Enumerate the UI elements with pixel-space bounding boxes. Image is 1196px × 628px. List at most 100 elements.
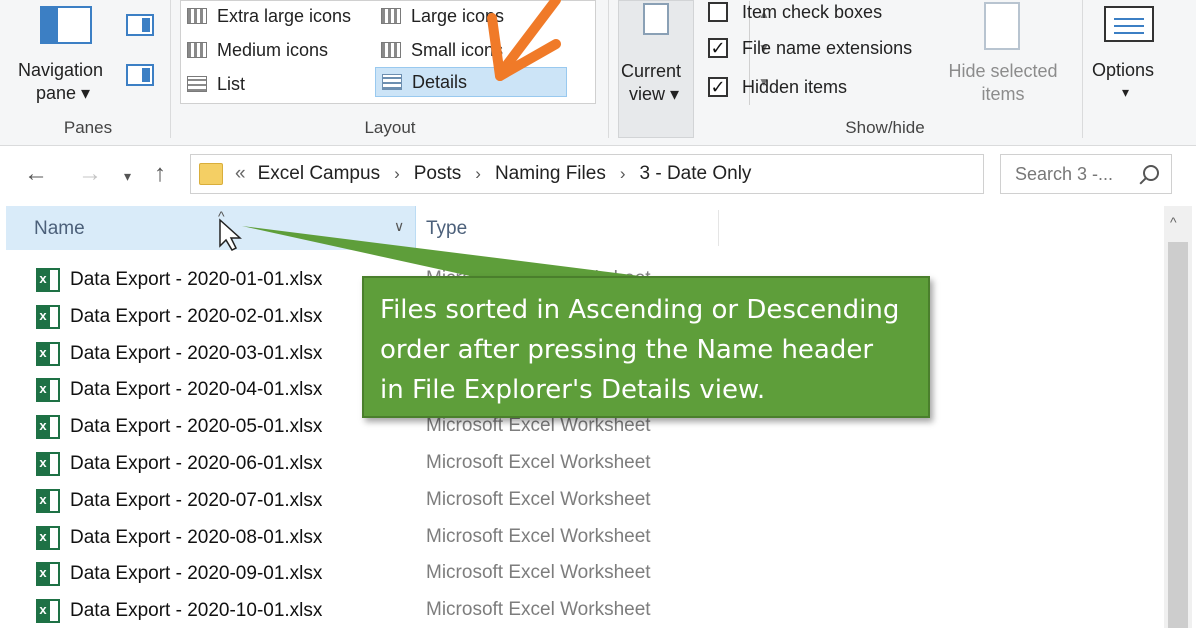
layout-gallery: Extra large icons Large icons Medium ico… — [180, 0, 770, 105]
file-row[interactable]: Data Export - 2020-09-01.xlsx — [36, 560, 322, 588]
excel-file-icon — [36, 488, 60, 513]
file-name[interactable]: Data Export - 2020-04-01.xlsx — [70, 379, 322, 401]
search-icon[interactable] — [1143, 165, 1159, 181]
breadcrumb-posts[interactable]: Posts — [414, 163, 462, 185]
layout-item-label: Medium icons — [217, 39, 329, 60]
excel-file-icon — [36, 525, 60, 550]
file-name[interactable]: Data Export - 2020-08-01.xlsx — [70, 527, 322, 549]
scroll-up-icon[interactable]: ^ — [1170, 214, 1177, 230]
callout-line-2: order after pressing the Name header — [380, 335, 874, 365]
extra-large-icons-icon — [187, 8, 207, 24]
column-header-name[interactable]: Name ^ ∨ — [6, 206, 416, 250]
file-row[interactable]: Data Export - 2020-06-01.xlsx — [36, 450, 322, 478]
column-header-type[interactable]: Type — [426, 218, 467, 240]
up-arrow-icon[interactable]: ↑ — [154, 160, 166, 188]
file-row[interactable]: Data Export - 2020-05-01.xlsx — [36, 413, 322, 441]
file-row[interactable]: Data Export - 2020-10-01.xlsx — [36, 597, 322, 625]
options-label[interactable]: Options — [1092, 60, 1154, 81]
column-divider[interactable] — [718, 210, 719, 246]
layout-details[interactable]: Details — [375, 67, 567, 97]
item-check-boxes-checkbox[interactable] — [708, 2, 728, 22]
file-name-extensions-label[interactable]: File name extensions — [742, 38, 912, 59]
navigation-pane-icon[interactable] — [40, 6, 92, 44]
file-row[interactable]: Data Export - 2020-01-01.xlsx — [36, 266, 322, 294]
back-arrow-icon[interactable]: ← — [24, 160, 48, 188]
show-hide-group-label: Show/hide — [845, 118, 925, 137]
file-name[interactable]: Data Export - 2020-10-01.xlsx — [70, 600, 322, 622]
panes-group-label: Panes — [63, 118, 113, 137]
file-name[interactable]: Data Export - 2020-06-01.xlsx — [70, 453, 322, 475]
breadcrumb-separator-icon[interactable]: › — [620, 164, 626, 184]
file-name[interactable]: Data Export - 2020-02-01.xlsx — [70, 306, 322, 328]
options-icon[interactable] — [1104, 6, 1154, 42]
breadcrumb-excel-campus[interactable]: Excel Campus — [258, 163, 381, 185]
group-separator — [1082, 0, 1083, 138]
file-name[interactable]: Data Export - 2020-07-01.xlsx — [70, 490, 322, 512]
search-placeholder[interactable]: Search 3 -... — [1015, 164, 1113, 185]
breadcrumb-separator-icon[interactable]: › — [475, 164, 481, 184]
search-box[interactable]: Search 3 -... — [1000, 154, 1172, 194]
large-icons-icon — [381, 8, 401, 24]
details-pane-icon[interactable] — [126, 64, 154, 86]
current-view-icon — [643, 3, 669, 35]
current-view-button[interactable]: Current view ▾ — [618, 0, 694, 138]
file-row[interactable]: Data Export - 2020-02-01.xlsx — [36, 303, 322, 331]
navigation-pane-label-1[interactable]: Navigation — [18, 60, 103, 81]
hidden-items-checkbox[interactable]: ✓ — [708, 77, 728, 97]
layout-item-label: Details — [412, 71, 468, 92]
file-row[interactable]: Data Export - 2020-07-01.xlsx — [36, 487, 322, 515]
hide-selected-items-icon — [984, 2, 1020, 50]
breadcrumb-separator-icon[interactable]: › — [394, 164, 400, 184]
layout-large-icons[interactable]: Large icons — [381, 1, 517, 31]
excel-file-icon — [36, 378, 60, 403]
layout-list[interactable]: List — [187, 69, 245, 99]
preview-pane-icon[interactable] — [126, 14, 154, 36]
navigation-pane-label-2[interactable]: pane ▾ — [36, 83, 90, 104]
layout-group-label: Layout — [364, 118, 416, 137]
item-check-boxes-label[interactable]: Item check boxes — [742, 2, 882, 23]
layout-small-icons[interactable]: Small icons — [381, 35, 503, 65]
layout-extra-large-icons[interactable]: Extra large icons — [187, 1, 351, 31]
layout-medium-icons[interactable]: Medium icons — [187, 35, 328, 65]
file-name[interactable]: Data Export - 2020-03-01.xlsx — [70, 343, 322, 365]
file-type: Microsoft Excel Worksheet — [426, 562, 651, 584]
layout-item-label: Small icons — [410, 39, 503, 60]
folder-icon — [199, 163, 223, 185]
small-icons-icon — [381, 42, 401, 58]
file-name[interactable]: Data Export - 2020-05-01.xlsx — [70, 416, 322, 438]
medium-icons-icon — [187, 42, 207, 58]
file-row[interactable]: Data Export - 2020-03-01.xlsx — [36, 340, 322, 368]
excel-file-icon — [36, 415, 60, 440]
breadcrumb-3-date-only[interactable]: 3 - Date Only — [640, 163, 752, 185]
layout-item-label: Extra large icons — [217, 5, 352, 26]
details-icon — [382, 74, 402, 90]
layout-item-label: List — [217, 73, 246, 94]
scrollbar-thumb[interactable] — [1168, 242, 1188, 628]
hide-selected-items-label-2[interactable]: items — [938, 83, 1068, 105]
file-name-extensions-checkbox[interactable]: ✓ — [708, 38, 728, 58]
hidden-items-label[interactable]: Hidden items — [742, 77, 847, 98]
file-row[interactable]: Data Export - 2020-08-01.xlsx — [36, 524, 322, 552]
breadcrumb-overflow[interactable]: « — [235, 163, 246, 185]
excel-file-icon — [36, 562, 60, 587]
hide-selected-items-label-1[interactable]: Hide selected — [938, 60, 1068, 82]
vertical-scrollbar[interactable]: ^ — [1164, 206, 1192, 628]
file-name[interactable]: Data Export - 2020-09-01.xlsx — [70, 563, 322, 585]
excel-file-icon — [36, 341, 60, 366]
breadcrumb-naming-files[interactable]: Naming Files — [495, 163, 606, 185]
current-view-label-2: view ▾ — [629, 84, 680, 104]
forward-arrow-icon[interactable]: → — [78, 160, 102, 188]
column-filter-chevron-icon[interactable]: ∨ — [394, 218, 404, 235]
file-name[interactable]: Data Export - 2020-01-01.xlsx — [70, 269, 322, 291]
current-view-label-1: Current — [621, 61, 682, 81]
address-bar[interactable]: « Excel Campus › Posts › Naming Files › … — [190, 154, 1156, 194]
annotation-callout: Files sorted in Ascending or Descending … — [362, 276, 930, 418]
recent-locations-chevron-icon[interactable]: ▾ — [124, 168, 131, 185]
options-dropdown-icon[interactable]: ▾ — [1122, 84, 1129, 101]
file-type: Microsoft Excel Worksheet — [426, 415, 651, 437]
list-icon — [187, 76, 207, 92]
file-row[interactable]: Data Export - 2020-04-01.xlsx — [36, 376, 322, 404]
file-type: Microsoft Excel Worksheet — [426, 452, 651, 473]
column-header-name-label: Name — [34, 218, 85, 239]
excel-file-icon — [36, 304, 60, 329]
